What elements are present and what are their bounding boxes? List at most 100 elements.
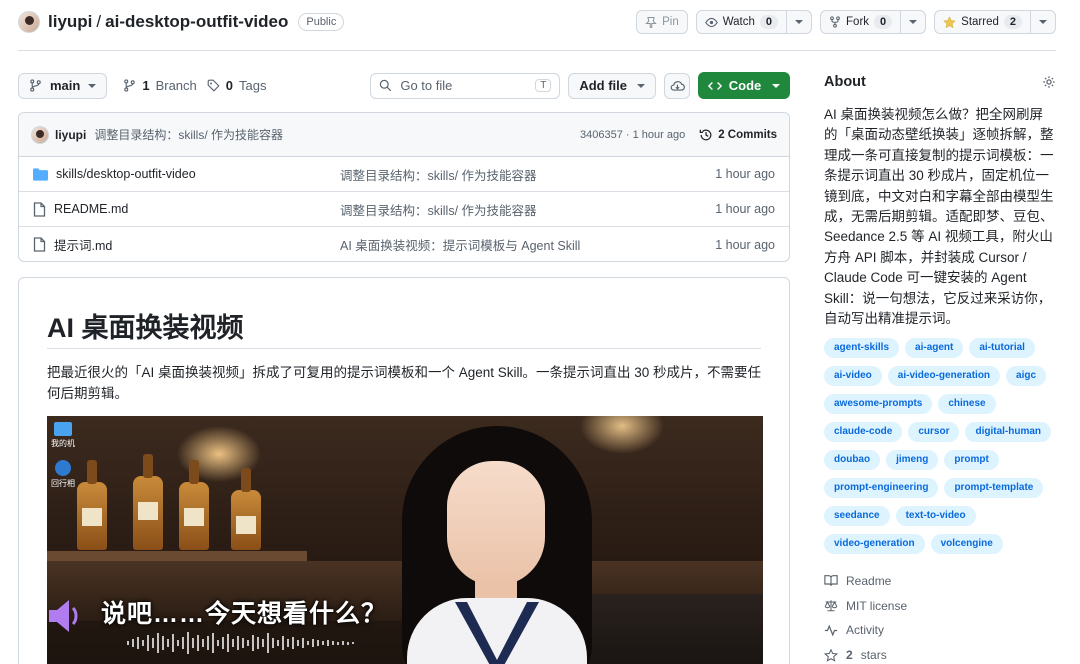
about-heading: About: [824, 74, 866, 90]
pin-button[interactable]: Pin: [636, 10, 688, 34]
file-name[interactable]: skills/desktop-outfit-video: [56, 167, 196, 181]
caret-down-icon: [1039, 20, 1047, 24]
gear-icon[interactable]: [1042, 75, 1056, 89]
topic-tag[interactable]: video-generation: [824, 534, 925, 555]
desktop-icon-label: 我的机: [51, 439, 75, 448]
code-label: Code: [728, 78, 762, 93]
waveform-bar: [252, 635, 254, 651]
waveform-bar: [222, 637, 224, 649]
bottle: [231, 468, 261, 550]
desktop-icon-computer[interactable]: 我的机: [51, 422, 75, 449]
waveform-bar: [327, 640, 329, 646]
commits-link[interactable]: 2 Commits: [699, 128, 777, 142]
topic-tag[interactable]: ai-agent: [905, 338, 964, 359]
stars-label: stars: [860, 648, 887, 663]
file-list: liyupi 调整目录结构：skills/ 作为技能容器 3406357 · 1…: [18, 112, 790, 262]
topic-tag[interactable]: ai-video: [824, 366, 882, 387]
watch-count: 0: [759, 15, 779, 29]
branch-selector[interactable]: main: [18, 72, 108, 99]
stars-link[interactable]: 2 stars: [824, 643, 1056, 664]
commit-sha-time[interactable]: 3406357 · 1 hour ago: [580, 129, 685, 141]
folder-icon: [33, 167, 48, 181]
star-count: 2: [1003, 15, 1022, 29]
waveform-bar: [287, 639, 289, 647]
topic-tag[interactable]: jimeng: [886, 450, 939, 471]
topic-tag[interactable]: prompt-engineering: [824, 478, 939, 499]
branches-link[interactable]: 1 Branch: [123, 78, 197, 93]
waveform-bar: [237, 636, 239, 650]
tags-link[interactable]: 0 Tags: [207, 78, 267, 93]
commit-author[interactable]: liyupi: [55, 128, 86, 142]
waveform-bar: [182, 637, 184, 649]
star-button[interactable]: Starred 2: [934, 10, 1056, 34]
star-filled-icon: [943, 15, 957, 28]
topic-tag[interactable]: volcengine: [930, 534, 1003, 555]
demo-video-frame[interactable]: 我的机 回行相 说吧……今天想看什么？: [47, 416, 763, 664]
waveform-bar: [262, 639, 264, 647]
desktop-icon-recycle[interactable]: 回行相: [51, 460, 75, 489]
waveform-bar: [187, 632, 189, 654]
topic-tag[interactable]: aigc: [1006, 366, 1047, 387]
fork-label: Fork: [846, 16, 870, 28]
owner-avatar[interactable]: [18, 11, 40, 33]
topic-tag[interactable]: seedance: [824, 506, 890, 527]
waveform-bar: [272, 638, 274, 648]
topic-tag[interactable]: ai-video-generation: [887, 366, 1001, 387]
readme-title: AI 桌面换装视频: [47, 313, 244, 343]
topic-tag[interactable]: text-to-video: [895, 506, 976, 527]
waveform-bar: [342, 641, 344, 645]
watch-dropdown[interactable]: [786, 11, 811, 33]
topic-tag[interactable]: chinese: [938, 394, 996, 415]
readme-link[interactable]: Readme: [824, 568, 1056, 593]
readme-intro: 把最近很火的「AI 桌面换装视频」拆成了可复用的提示词模板和一个 Agent S…: [47, 365, 762, 401]
file-row[interactable]: README.md 调整目录结构：skills/ 作为技能容器 1 hour a…: [19, 192, 789, 227]
waveform-bar: [352, 642, 354, 644]
file-row[interactable]: 提示词.md AI 桌面换装视频：提示词模板与 Agent Skill 1 ho…: [19, 227, 789, 261]
file-name[interactable]: README.md: [54, 202, 128, 216]
code-button[interactable]: Code: [698, 72, 790, 99]
caret-down-icon: [88, 83, 97, 88]
star-dropdown[interactable]: [1030, 11, 1055, 33]
tag-label: Tags: [239, 78, 267, 93]
visibility-badge: Public: [298, 13, 345, 31]
tag-icon: [207, 79, 220, 92]
topic-tag[interactable]: claude-code: [824, 422, 903, 443]
commit-message[interactable]: 调整目录结构：skills/ 作为技能容器: [94, 126, 283, 143]
topic-tag[interactable]: digital-human: [965, 422, 1052, 443]
go-to-file-input[interactable]: Go to file T: [370, 72, 561, 99]
file-row[interactable]: skills/desktop-outfit-video 调整目录结构：skill…: [19, 157, 789, 192]
watch-label: Watch: [722, 16, 755, 28]
header-divider: [18, 50, 1056, 51]
fork-dropdown[interactable]: [900, 11, 925, 33]
file-commit-message[interactable]: 调整目录结构：skills/ 作为技能容器: [340, 165, 715, 184]
star-label: Starred: [961, 16, 999, 28]
fork-button[interactable]: Fork 0: [820, 10, 927, 34]
topic-tag[interactable]: cursor: [908, 422, 960, 443]
topic-tag[interactable]: agent-skills: [824, 338, 900, 359]
add-file-button[interactable]: Add file: [568, 72, 656, 99]
star-icon: [824, 648, 838, 662]
commit-author-avatar[interactable]: [31, 125, 49, 144]
license-link[interactable]: MIT license: [824, 593, 1056, 618]
file-commit-message[interactable]: AI 桌面换装视频：提示词模板与 Agent Skill: [340, 235, 715, 254]
topic-tag[interactable]: doubao: [824, 450, 881, 471]
topic-tag[interactable]: ai-tutorial: [969, 338, 1035, 359]
stars-count: 2: [846, 648, 853, 663]
topic-tag[interactable]: prompt: [944, 450, 999, 471]
topic-tag[interactable]: prompt-template: [944, 478, 1044, 499]
repo-link[interactable]: ai-desktop-outfit-video: [105, 12, 288, 31]
title-rule: [47, 348, 761, 349]
video-subtitle: 说吧……今天想看什么？: [101, 600, 388, 628]
waveform-bar: [152, 638, 154, 648]
waveform-bar: [242, 638, 244, 648]
owner-link[interactable]: liyupi: [48, 12, 92, 31]
file-commit-message[interactable]: 调整目录结构：skills/ 作为技能容器: [340, 200, 715, 219]
shortcut-hint: T: [535, 79, 552, 92]
latest-commit-bar: liyupi 调整目录结构：skills/ 作为技能容器 3406357 · 1…: [19, 113, 789, 157]
codespaces-button[interactable]: [664, 72, 690, 99]
waveform-bar: [197, 635, 199, 651]
topic-tag[interactable]: awesome-prompts: [824, 394, 933, 415]
activity-link[interactable]: Activity: [824, 618, 1056, 643]
file-name[interactable]: 提示词.md: [54, 235, 112, 254]
watch-button[interactable]: Watch 0: [695, 10, 813, 34]
